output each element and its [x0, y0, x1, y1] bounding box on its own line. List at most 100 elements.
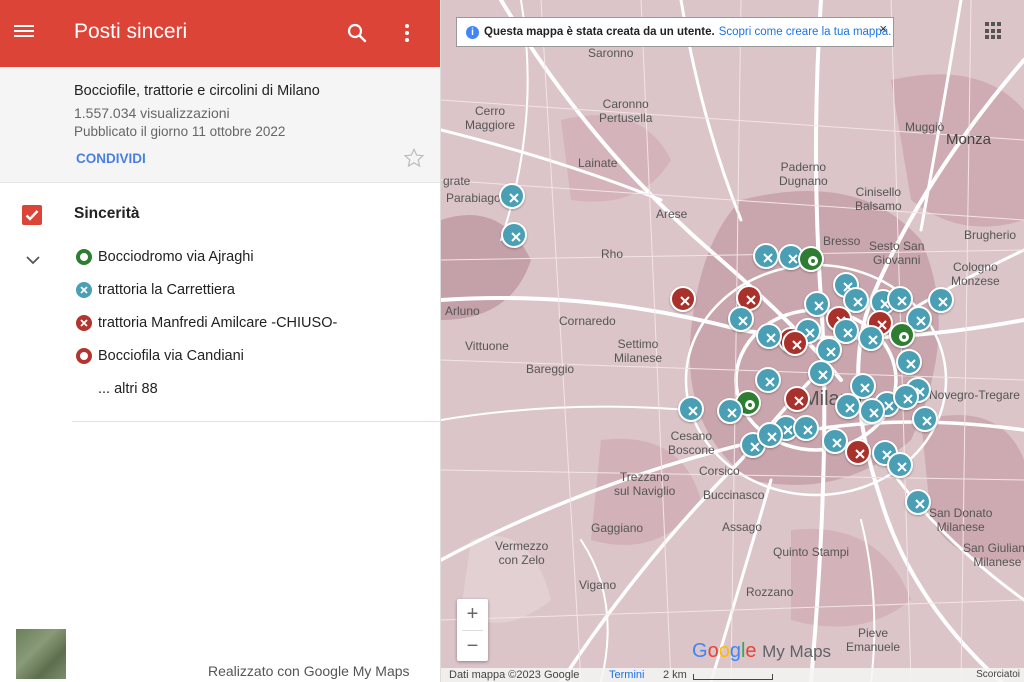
layer-name: Sincerità	[74, 205, 140, 222]
map-label: Caronno Pertusella	[599, 97, 653, 125]
map-label: Rho	[601, 247, 624, 261]
terms-link[interactable]: Termini	[609, 669, 644, 681]
map-base-layer	[441, 0, 1024, 682]
apps-grid-icon[interactable]	[985, 22, 1003, 40]
map-label: Settimo Milanese	[614, 337, 663, 365]
map-pin-teal[interactable]	[793, 415, 819, 441]
side-panel: Posti sinceri Bocciofile, trattorie e ci…	[0, 0, 441, 682]
map-pin-teal[interactable]	[928, 287, 954, 313]
map-label: Corsico	[699, 464, 740, 478]
map-title: Bocciofile, trattorie e circolini di Mil…	[74, 83, 320, 99]
map-label: Arese	[656, 207, 688, 221]
map-pin-red[interactable]	[845, 439, 871, 465]
map-data-credit: Dati mappa ©2023 Google	[449, 669, 580, 681]
bocciodromo-icon	[76, 249, 92, 265]
map-label: Vermezzo con Zelo	[495, 539, 549, 567]
map-pin-green[interactable]	[889, 322, 915, 348]
banner-link[interactable]: Scopri come creare la tua mappa.	[719, 26, 892, 38]
map-pin-teal[interactable]	[896, 349, 922, 375]
map-label: Assago	[722, 520, 763, 534]
bocciofila-icon	[76, 348, 92, 364]
view-count: 1.557.034 visualizzazioni	[74, 105, 230, 121]
shortcuts-link[interactable]: Scorciatoi	[976, 669, 1020, 680]
map-pin-teal[interactable]	[858, 325, 884, 351]
map-label: Bresso	[823, 234, 861, 248]
map-pin-teal[interactable]	[893, 384, 919, 410]
map-pin-teal[interactable]	[499, 183, 525, 209]
map-pin-teal[interactable]	[757, 422, 783, 448]
divider	[72, 421, 441, 422]
map-label: Cornaredo	[559, 314, 616, 328]
map-label: Parabiago	[446, 191, 501, 205]
map-pin-teal[interactable]	[756, 323, 782, 349]
map-label: Novegro-Tregare	[929, 388, 1020, 402]
map-label: Arluno	[445, 304, 480, 318]
map-label: Cerro Maggiore	[465, 104, 516, 132]
map-pin-teal[interactable]	[717, 398, 743, 424]
map-label: Cesano Boscone	[668, 429, 715, 457]
more-items-link[interactable]: ... altri 88	[98, 381, 158, 397]
place-item-trattoria-carrettiera[interactable]: trattoria la Carrettiera	[76, 279, 235, 301]
map-label: Gaggiano	[591, 521, 644, 535]
trattoria-closed-icon	[76, 315, 92, 331]
search-icon[interactable]	[346, 22, 368, 44]
logo-product: My Maps	[762, 642, 832, 661]
map-label: San Donato Milanese	[929, 506, 993, 534]
map-pin-teal[interactable]	[501, 222, 527, 248]
map-label: Saronno	[588, 46, 634, 60]
map-label: Sesto San Giovanni	[869, 239, 925, 267]
map-pin-teal[interactable]	[678, 396, 704, 422]
app-title: Posti sinceri	[74, 20, 188, 43]
menu-icon[interactable]	[14, 22, 34, 44]
share-button[interactable]: CONDIVIDI	[76, 151, 146, 166]
layer-checkbox[interactable]	[22, 205, 42, 225]
map-pin-red[interactable]	[782, 330, 808, 356]
map-pin-teal[interactable]	[887, 452, 913, 478]
map-canvas[interactable]: Saronno Caronno Pertusella Cerro Maggiore …	[441, 0, 1024, 682]
close-icon[interactable]: ×	[879, 21, 887, 36]
map-pin-red[interactable]	[670, 286, 696, 312]
more-vert-icon[interactable]	[398, 22, 416, 44]
star-icon[interactable]	[403, 147, 425, 169]
map-pin-teal[interactable]	[755, 367, 781, 393]
map-pin-teal[interactable]	[859, 398, 885, 424]
place-label: Bocciodromo via Ajraghi	[98, 249, 254, 265]
base-map-thumbnail[interactable]	[16, 629, 66, 679]
map-pin-teal[interactable]	[887, 286, 913, 312]
map-label: grate	[443, 174, 471, 188]
place-item-bocciodromo-ajraghi[interactable]: Bocciodromo via Ajraghi	[76, 246, 254, 268]
place-item-bocciofila-candiani[interactable]: Bocciofila via Candiani	[76, 345, 244, 367]
map-pin-teal[interactable]	[808, 360, 834, 386]
place-item-trattoria-manfredi[interactable]: trattoria Manfredi Amilcare -CHIUSO-	[76, 312, 337, 334]
map-label: Rozzano	[746, 585, 794, 599]
map-label: Cinisello Balsamo	[855, 185, 902, 213]
map-label: Trezzano sul Naviglio	[614, 470, 676, 498]
layer-section: Sincerità	[0, 183, 440, 423]
map-info: Bocciofile, trattorie e circolini di Mil…	[0, 67, 440, 183]
map-label: Monza	[946, 131, 992, 148]
chevron-down-icon[interactable]	[24, 252, 42, 268]
map-pin-red[interactable]	[784, 386, 810, 412]
place-label: Bocciofila via Candiani	[98, 348, 244, 364]
place-label: trattoria la Carrettiera	[98, 282, 235, 298]
map-pin-teal[interactable]	[753, 243, 779, 269]
scale-label[interactable]: 2 km	[663, 669, 687, 681]
map-pin-teal[interactable]	[728, 306, 754, 332]
google-my-maps-logo: Google My Maps	[692, 640, 832, 662]
info-banner: i Questa mappa è stata creata da un uten…	[456, 17, 894, 47]
map-label: Paderno Dugnano	[779, 160, 828, 188]
map-label: Brugherio	[964, 228, 1017, 242]
map-pin-teal[interactable]	[912, 406, 938, 432]
map-pin-green[interactable]	[798, 246, 824, 272]
map-label: Bareggio	[526, 362, 575, 376]
map-pin-teal[interactable]	[905, 489, 931, 515]
map-label: Muggiò	[905, 120, 945, 134]
zoom-out-button[interactable]: −	[457, 631, 488, 662]
map-label: Lainate	[578, 156, 618, 170]
zoom-in-button[interactable]: +	[457, 599, 488, 630]
info-icon: i	[466, 25, 479, 39]
map-label: Pieve Emanuele	[846, 626, 901, 654]
map-pin-teal[interactable]	[835, 393, 861, 419]
map-attribution-bar: Dati mappa ©2023 Google Termini 2 km Sco…	[441, 668, 1024, 682]
map-label: Vigano	[579, 578, 617, 592]
